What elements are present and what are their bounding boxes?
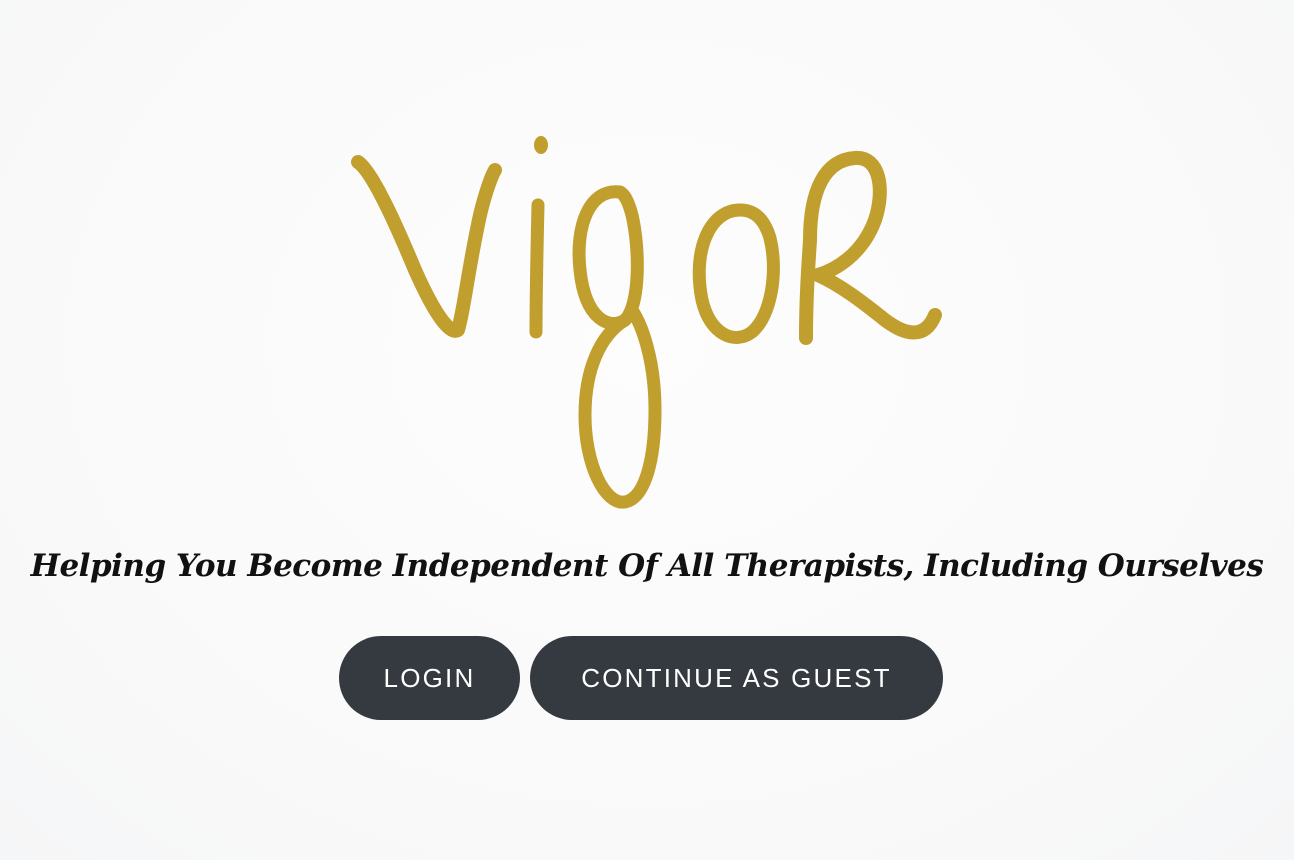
login-button[interactable]: LOGIN <box>339 636 520 720</box>
continue-as-guest-button[interactable]: CONTINUE AS GUEST <box>530 636 943 720</box>
action-buttons: LOGIN CONTINUE AS GUEST <box>0 636 1294 720</box>
tagline: Helping You Become Independent Of All Th… <box>30 548 1264 584</box>
landing-page: Helping You Become Independent Of All Th… <box>0 0 1294 860</box>
vigor-logo <box>340 120 950 520</box>
